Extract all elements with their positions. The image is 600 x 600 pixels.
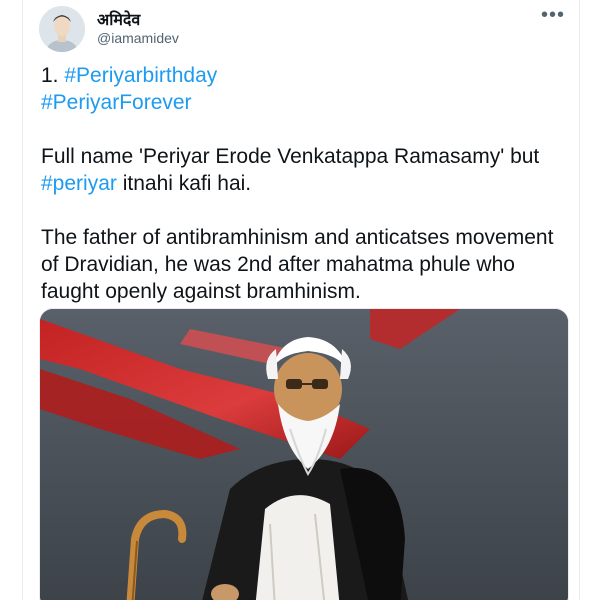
paragraph3-line3: faught openly against bramhinism.	[41, 280, 361, 303]
paragraph3-line2: of Dravidian, he was 2nd after mahatma p…	[41, 253, 515, 276]
avatar-image	[39, 6, 85, 52]
paragraph3-line1: The father of antibramhinism and anticat…	[41, 226, 554, 249]
tweet-line-1: 1. #Periyarbirthday	[41, 62, 567, 89]
kafi-text: itnahi kafi hai.	[116, 172, 252, 195]
author-handle[interactable]: @iamamidev	[97, 30, 179, 46]
tweet-card: अमिदेव @iamamidev ••• 1. #Periyarbirthda…	[22, 0, 580, 600]
hashtag-periyarbirthday[interactable]: #Periyarbirthday	[64, 64, 217, 87]
hashtag-periyar[interactable]: #periyar	[41, 172, 117, 195]
tweet-image[interactable]	[39, 308, 569, 600]
author-avatar[interactable]	[39, 6, 85, 52]
tweet-line-2: #PeriyarForever	[41, 89, 567, 116]
periyar-illustration	[40, 309, 568, 600]
fullname-text: Full name 'Periyar Erode Venkatappa Rama…	[41, 145, 540, 168]
numbering-text: 1.	[41, 64, 65, 87]
tweet-paragraph-2: Full name 'Periyar Erode Venkatappa Rama…	[41, 143, 567, 197]
more-options-icon[interactable]: •••	[541, 4, 565, 27]
tweet-text: 1. #Periyarbirthday #PeriyarForever Full…	[41, 62, 567, 305]
author-display-name[interactable]: अमिदेव	[97, 8, 140, 30]
tweet-paragraph-3: The father of antibramhinism and anticat…	[41, 224, 567, 305]
hashtag-periyarforever[interactable]: #PeriyarForever	[41, 91, 192, 114]
